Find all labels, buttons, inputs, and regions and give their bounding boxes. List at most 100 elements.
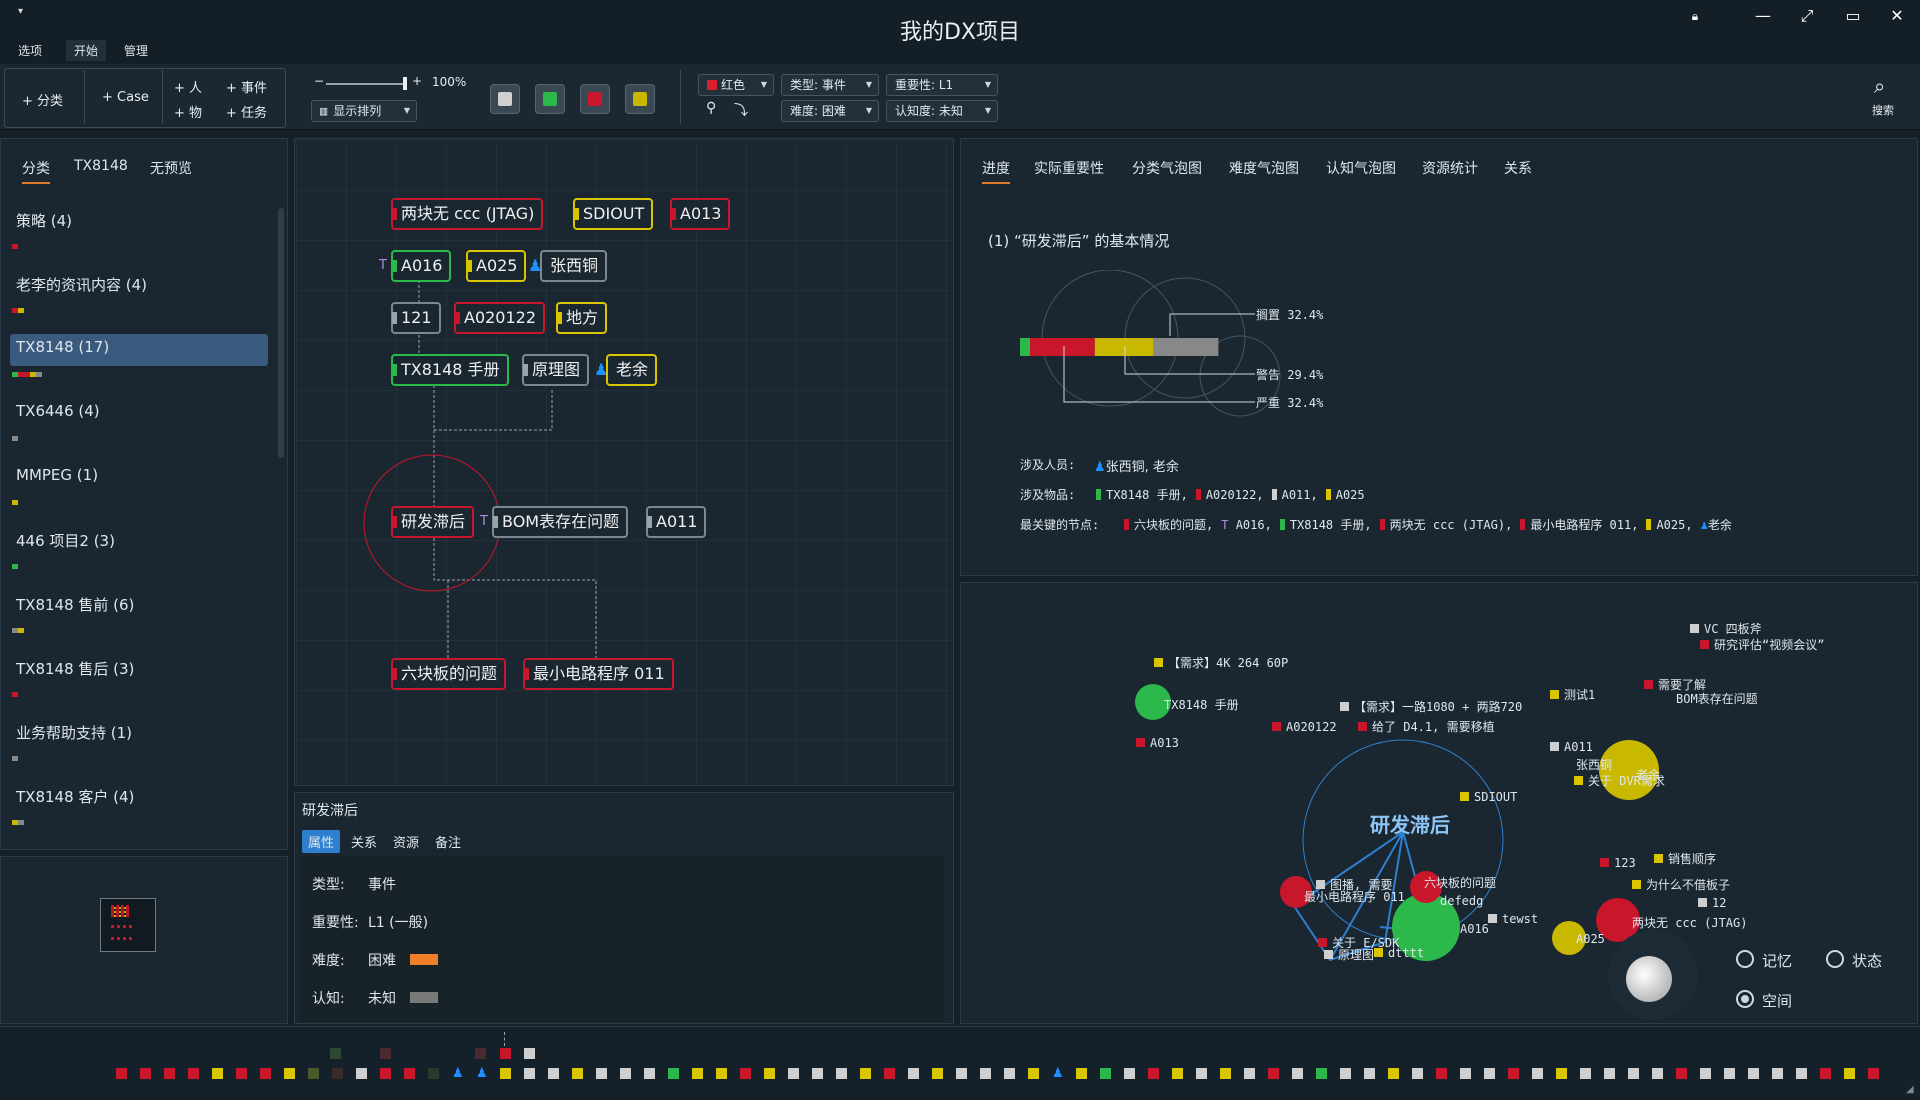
add-case-button[interactable]: + Case bbox=[102, 90, 149, 105]
timeline-item[interactable] bbox=[692, 1068, 703, 1079]
graph-node[interactable]: 原理图 bbox=[522, 354, 590, 386]
bubble-label[interactable]: BOM表存在问题 bbox=[1676, 690, 1758, 707]
graph-node[interactable]: A013 bbox=[670, 198, 731, 230]
category-item[interactable]: 446 项目2 (3) bbox=[10, 526, 268, 558]
timeline-item[interactable] bbox=[140, 1068, 151, 1079]
timeline-item[interactable] bbox=[764, 1068, 775, 1079]
graph-node[interactable]: 地方 bbox=[556, 302, 608, 334]
timeline-item[interactable] bbox=[1124, 1068, 1135, 1079]
timeline-item[interactable] bbox=[1772, 1068, 1783, 1079]
bubble-label[interactable]: tewst bbox=[1488, 912, 1538, 926]
zoom-slider[interactable] bbox=[326, 83, 406, 85]
timeline-item[interactable] bbox=[620, 1068, 631, 1079]
radio-space-label[interactable]: 空间 bbox=[1762, 990, 1792, 1011]
timeline-item[interactable] bbox=[836, 1068, 847, 1079]
timeline-item[interactable] bbox=[644, 1068, 655, 1079]
timeline-item[interactable] bbox=[980, 1068, 991, 1079]
report-tab[interactable]: 进度 bbox=[982, 158, 1010, 184]
radio-state[interactable] bbox=[1826, 950, 1844, 968]
tab-relations[interactable]: 关系 bbox=[345, 830, 383, 853]
timeline-item[interactable] bbox=[1196, 1068, 1207, 1079]
graph-node[interactable]: 最小电路程序 011 bbox=[523, 658, 674, 690]
category-item[interactable]: 老李的资讯内容 (4) bbox=[10, 270, 268, 302]
tab-resources[interactable]: 资源 bbox=[387, 830, 425, 853]
bubble-label[interactable]: 【需求】4K 264 60P bbox=[1154, 654, 1288, 671]
timeline-item[interactable] bbox=[932, 1068, 943, 1079]
search-label[interactable]: 搜索 bbox=[1872, 102, 1894, 118]
timeline-item[interactable] bbox=[1532, 1068, 1543, 1079]
timeline-item[interactable]: ♟ bbox=[476, 1067, 488, 1080]
category-item[interactable]: TX8148 售前 (6) bbox=[10, 590, 268, 622]
timeline-item[interactable] bbox=[1628, 1068, 1639, 1079]
difficulty-filter-select[interactable]: 难度: 困难 ▼ bbox=[781, 100, 879, 122]
timeline-item[interactable] bbox=[428, 1068, 439, 1079]
swatch-yellow[interactable] bbox=[625, 84, 655, 114]
category-item[interactable]: TX6446 (4) bbox=[10, 398, 268, 430]
minimize-icon[interactable]: — bbox=[1748, 4, 1778, 28]
radio-memory-label[interactable]: 记忆 bbox=[1762, 950, 1792, 971]
timeline-item[interactable] bbox=[1748, 1068, 1759, 1079]
timeline-item[interactable] bbox=[380, 1048, 391, 1059]
timeline-item[interactable] bbox=[1676, 1068, 1687, 1079]
zoom-out-button[interactable]: − bbox=[314, 74, 324, 88]
timeline-item[interactable] bbox=[1796, 1068, 1807, 1079]
bubble-label[interactable]: A025 bbox=[1576, 932, 1605, 946]
bubble-label[interactable]: 测试1 bbox=[1550, 686, 1595, 703]
timeline-item[interactable] bbox=[548, 1068, 559, 1079]
resize-grip-icon[interactable]: ◢ bbox=[1906, 1084, 1914, 1095]
swatch-green[interactable] bbox=[535, 84, 565, 114]
bubble-label[interactable]: 为什么不借板子 bbox=[1632, 876, 1730, 893]
tab-properties[interactable]: 属性 bbox=[302, 830, 341, 853]
timeline-item[interactable] bbox=[1844, 1068, 1855, 1079]
tab-notes[interactable]: 备注 bbox=[429, 830, 467, 853]
color-filter-select[interactable]: 红色 ▼ bbox=[698, 74, 774, 96]
timeline-item[interactable] bbox=[1148, 1068, 1159, 1079]
importance-filter-select[interactable]: 重要性: L1 ▼ bbox=[886, 74, 998, 96]
timeline-item[interactable] bbox=[500, 1048, 511, 1059]
timeline-item[interactable] bbox=[332, 1068, 343, 1079]
bubble-label[interactable]: A016 bbox=[1460, 922, 1489, 936]
tab-tx8148[interactable]: TX8148 bbox=[74, 158, 128, 174]
timeline-item[interactable] bbox=[236, 1068, 247, 1079]
bubble-label[interactable]: 【需求】一路1080 + 两路720 bbox=[1340, 698, 1522, 715]
timeline-item[interactable] bbox=[188, 1068, 199, 1079]
timeline-item[interactable] bbox=[1580, 1068, 1591, 1079]
bubble-label[interactable]: 销售顺序 bbox=[1654, 850, 1716, 867]
timeline-item[interactable] bbox=[524, 1068, 535, 1079]
bubble-label[interactable]: 两块无 ccc (JTAG) bbox=[1632, 914, 1747, 931]
timeline-strip[interactable] bbox=[0, 1026, 1920, 1100]
timeline-item[interactable] bbox=[740, 1068, 751, 1079]
timeline-item[interactable] bbox=[1604, 1068, 1615, 1079]
timeline-item[interactable] bbox=[1076, 1068, 1087, 1079]
scrollbar[interactable] bbox=[278, 208, 284, 458]
timeline-item[interactable] bbox=[356, 1068, 367, 1079]
timeline-item[interactable] bbox=[1268, 1068, 1279, 1079]
report-tab[interactable]: 分类气泡图 bbox=[1132, 158, 1202, 178]
radio-state-label[interactable]: 状态 bbox=[1852, 950, 1882, 971]
add-category-button[interactable]: + 分类 bbox=[22, 90, 63, 109]
report-tab[interactable]: 关系 bbox=[1504, 158, 1532, 178]
graph-node[interactable]: 研发滞后 bbox=[391, 506, 475, 538]
bubble-label[interactable]: defedg bbox=[1440, 894, 1483, 908]
timeline-item[interactable] bbox=[1220, 1068, 1231, 1079]
graph-node[interactable]: ♟ 张西铜 bbox=[528, 250, 608, 282]
bubble-label[interactable]: A011 bbox=[1550, 740, 1593, 754]
timeline-item[interactable] bbox=[260, 1068, 271, 1079]
timeline-item[interactable] bbox=[308, 1068, 319, 1079]
category-item[interactable]: MMPEG (1) bbox=[10, 462, 268, 494]
category-item[interactable]: 策略 (4) bbox=[10, 206, 268, 238]
view-control-knob[interactable] bbox=[1626, 956, 1672, 1002]
fullscreen-icon[interactable]: ⤢ bbox=[1792, 4, 1822, 28]
bubble-label[interactable]: A013 bbox=[1136, 736, 1179, 750]
timeline-item[interactable] bbox=[596, 1068, 607, 1079]
timeline-item[interactable] bbox=[1292, 1068, 1303, 1079]
bubble-label[interactable]: A020122 bbox=[1272, 720, 1337, 734]
graph-node[interactable]: SDIOUT bbox=[573, 198, 654, 230]
minimap-viewport[interactable] bbox=[100, 898, 156, 952]
timeline-item[interactable] bbox=[284, 1068, 295, 1079]
bubble-label[interactable]: 图播, 需要 bbox=[1316, 876, 1392, 893]
timeline-item[interactable] bbox=[1484, 1068, 1495, 1079]
bubble-label[interactable]: 张西铜 bbox=[1576, 756, 1612, 773]
bubble-label[interactable]: VC 四板斧 bbox=[1690, 620, 1762, 637]
timeline-item[interactable] bbox=[1652, 1068, 1663, 1079]
